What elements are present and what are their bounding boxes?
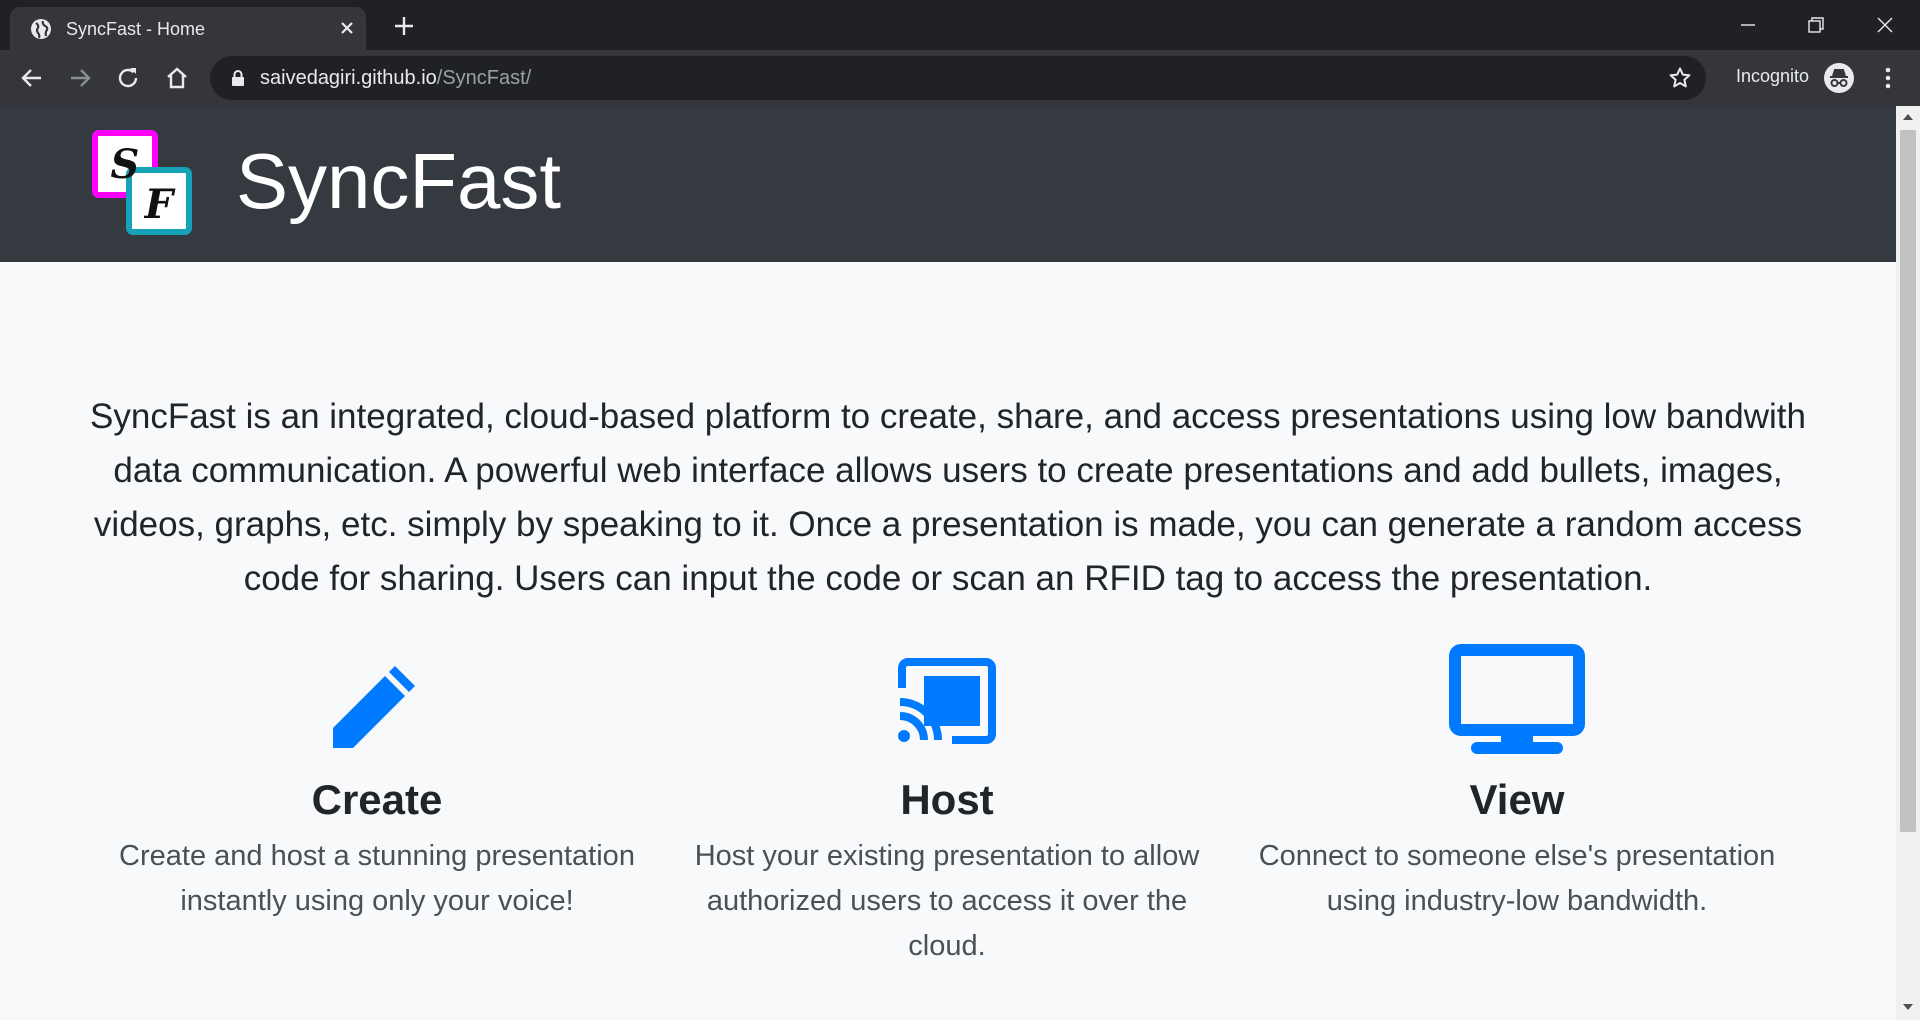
- feature-title: Create: [311, 776, 443, 823]
- window-close-icon[interactable]: [1870, 10, 1900, 40]
- feature-description: Host your existing presentation to allow…: [694, 840, 1200, 962]
- minimize-icon[interactable]: [1733, 10, 1763, 40]
- pencil-icon: [333, 666, 415, 748]
- scroll-up-arrow-icon[interactable]: [1902, 112, 1914, 122]
- feature-title: Host: [900, 776, 994, 823]
- incognito-label: Incognito: [1736, 66, 1810, 86]
- feature-host: Host Host your existing presentation to …: [687, 652, 1207, 969]
- reload-icon[interactable]: [114, 64, 142, 92]
- feature-title: View: [1469, 776, 1565, 823]
- scrollbar-thumb[interactable]: [1900, 130, 1916, 832]
- address-bar[interactable]: saivedagiri.github.io/SyncFast/: [210, 56, 1706, 100]
- intro-paragraph: SyncFast is an integrated, cloud-based p…: [90, 397, 1806, 598]
- brand-title[interactable]: SyncFast: [236, 142, 561, 220]
- restore-icon[interactable]: [1801, 10, 1831, 40]
- logo-letter-f: F: [144, 181, 176, 228]
- feature-description: Connect to someone else's presentation u…: [1258, 840, 1776, 917]
- scroll-down-arrow-icon[interactable]: [1902, 1002, 1914, 1012]
- page-scrollbar[interactable]: [1896, 106, 1920, 1020]
- feature-view: View Connect to someone else's presentat…: [1257, 644, 1777, 924]
- forward-arrow-icon[interactable]: [66, 64, 94, 92]
- lock-icon: [232, 70, 244, 86]
- cast-icon: [898, 658, 996, 744]
- incognito-icon[interactable]: [1823, 62, 1855, 94]
- close-icon[interactable]: [336, 17, 358, 39]
- back-arrow-icon[interactable]: [18, 64, 46, 92]
- page-viewport: S F SyncFast SyncFast is an integrated, …: [0, 106, 1896, 1020]
- feature-description: Create and host a stunning presentation …: [119, 840, 635, 917]
- feature-create: Create Create and host a stunning presen…: [117, 652, 637, 924]
- browser-toolbar: saivedagiri.github.io/SyncFast/ Incognit…: [0, 50, 1920, 106]
- tab-title: SyncFast - Home: [66, 19, 206, 39]
- new-tab-plus-icon[interactable]: [390, 12, 418, 40]
- kebab-menu-icon[interactable]: [1874, 64, 1902, 92]
- monitor-icon: [1449, 644, 1585, 754]
- site-header: S F SyncFast: [0, 106, 1896, 262]
- logo-letter-s: S: [111, 141, 140, 188]
- browser-tab[interactable]: SyncFast - Home: [10, 7, 366, 50]
- syncfast-logo[interactable]: S F: [92, 130, 194, 236]
- bookmark-star-icon[interactable]: [1668, 66, 1692, 90]
- browser-titlebar: SyncFast - Home: [0, 0, 1920, 50]
- globe-icon: [31, 19, 51, 39]
- url-text: saivedagiri.github.io/SyncFast/: [260, 67, 532, 89]
- home-icon[interactable]: [163, 64, 191, 92]
